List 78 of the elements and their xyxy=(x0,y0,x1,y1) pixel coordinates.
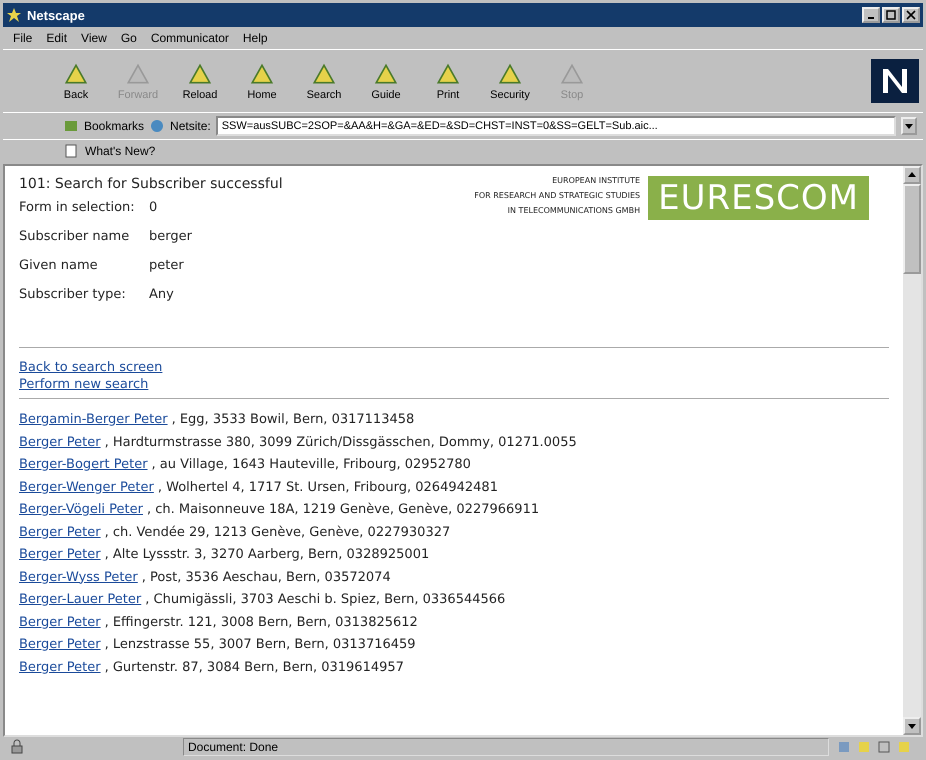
dropdown-button[interactable] xyxy=(901,117,917,135)
result-details: , Alte Lyssstr. 3, 3270 Aarberg, Bern, 0328925001 xyxy=(104,547,430,562)
page-link[interactable]: Back to search screen xyxy=(19,360,162,375)
result-details: , Lenzstrasse 55, 3007 Bern, Bern, 0313716459 xyxy=(104,637,416,652)
window-title: Netscape xyxy=(27,8,85,22)
result-link[interactable]: Berger-Lauer Peter xyxy=(19,592,142,607)
result-link[interactable]: Berger Peter xyxy=(19,660,101,674)
field-label: Form in selection: xyxy=(19,200,136,215)
lock-icon xyxy=(9,739,25,755)
caret-icon xyxy=(905,122,913,130)
toolbar-button[interactable]: Guide xyxy=(357,60,415,102)
minimize-icon xyxy=(868,17,874,19)
eurescom-logo: EURESCOM xyxy=(648,176,869,220)
logo-caption: FOR RESEARCH AND STRATEGIC STUDIES xyxy=(474,191,640,200)
location-icon xyxy=(149,118,166,134)
field-label: Subscriber name xyxy=(19,229,130,244)
status-text: Document: Done xyxy=(183,738,829,756)
field-value: 0 xyxy=(149,200,158,215)
scroll-up-button[interactable] xyxy=(903,166,921,184)
result-link[interactable]: Berger-Vögeli Peter xyxy=(19,502,143,517)
up-arrow-icon xyxy=(908,171,916,179)
toolbar-button[interactable]: Reload xyxy=(171,60,229,102)
scroll-thumb[interactable] xyxy=(903,184,921,274)
result-link[interactable]: Berger Peter xyxy=(19,614,101,630)
bookmarks-button[interactable]: Bookmarks xyxy=(84,119,144,133)
page-heading: 101: Search for Subscriber successful xyxy=(19,176,284,192)
vertical-scrollbar[interactable] xyxy=(903,166,921,735)
scroll-down-button[interactable] xyxy=(903,717,921,735)
logo-icon xyxy=(871,59,919,103)
toolbar-button[interactable]: Home xyxy=(233,60,291,102)
personal-toolbar-link[interactable]: What's New? xyxy=(85,144,156,158)
location-field[interactable]: SSW=ausSUBC=2SOP=&AA&H=&GA=&ED=&SD=CHST=INST=0&SS=GELT=Sub.aic... xyxy=(216,116,896,136)
result-link[interactable]: Berger Peter xyxy=(19,524,101,540)
result-details: , Hardturmstrasse 380, 3099 Zürich/Dissgässchen, Dommy, 01271.0055 xyxy=(104,434,577,450)
result-details: , au Village, 1643 Hauteville, Fribourg, 02952780 xyxy=(152,457,471,472)
logo-caption: IN TELECOMMUNICATIONS GMBH xyxy=(508,206,640,215)
location-label: Netsite: xyxy=(170,119,211,133)
result-link[interactable]: Berger Peter xyxy=(19,547,101,562)
toolbar-button[interactable]: Search xyxy=(295,60,353,102)
toolbar-button[interactable]: Print xyxy=(419,60,477,102)
menu-item[interactable]: Edit xyxy=(46,31,68,45)
menu-item[interactable]: Go xyxy=(120,31,137,45)
field-value: Any xyxy=(149,287,175,302)
bookmark-icon xyxy=(63,118,79,134)
field-label: Given name xyxy=(19,258,99,273)
maximize-button[interactable] xyxy=(882,7,900,23)
result-link[interactable]: Berger Peter xyxy=(19,434,101,450)
menu-item[interactable]: Help xyxy=(242,31,268,45)
result-details: , Wolhertel 4, 1717 St. Ursen, Fribourg, 0264942481 xyxy=(158,480,498,494)
star-icon xyxy=(6,7,22,23)
page-icon xyxy=(63,143,79,159)
result-link[interactable]: Berger Peter xyxy=(19,637,101,652)
result-details: , Post, 3536 Aeschau, Bern, 03572074 xyxy=(142,570,391,584)
page-link[interactable]: Perform new search xyxy=(19,377,148,392)
toolbar-button[interactable]: Back xyxy=(47,60,105,102)
close-button[interactable] xyxy=(902,7,920,23)
result-details: , Egg, 3533 Bowil, Bern, 0317113458 xyxy=(172,412,414,427)
result-details: , Chumigässli, 3703 Aeschi b. Spiez, Bern, 0336544566 xyxy=(145,592,506,607)
result-details: , ch. Vendée 29, 1213 Genève, Genève, 0227930327 xyxy=(104,524,450,540)
result-details: , Gurtenstr. 87, 3084 Bern, Bern, 0319614957 xyxy=(104,660,404,674)
result-details: , ch. Maisonneuve 18A, 1219 Genève, Genève, 0227966911 xyxy=(146,502,540,517)
minimize-button[interactable] xyxy=(862,7,880,23)
toolbar-button[interactable]: Security xyxy=(481,60,539,102)
result-details: , Effingerstr. 121, 3008 Bern, Bern, 0313825612 xyxy=(104,614,418,630)
result-link[interactable]: Berger-Wenger Peter xyxy=(19,480,154,494)
result-link[interactable]: Berger-Bogert Peter xyxy=(19,457,148,472)
down-arrow-icon xyxy=(908,722,916,730)
menu-item[interactable]: File xyxy=(13,31,32,45)
maximize-icon xyxy=(886,10,896,20)
menu-item[interactable]: View xyxy=(81,31,107,45)
field-label: Subscriber type: xyxy=(19,287,127,302)
result-link[interactable]: Berger-Wyss Peter xyxy=(19,570,138,584)
field-value: peter xyxy=(149,258,185,273)
result-link[interactable]: Bergamin-Berger Peter xyxy=(19,412,168,427)
field-value: berger xyxy=(149,229,193,244)
close-icon xyxy=(906,10,916,20)
logo-caption: EUROPEAN INSTITUTE xyxy=(552,176,640,185)
menu-item[interactable]: Communicator xyxy=(150,31,229,45)
